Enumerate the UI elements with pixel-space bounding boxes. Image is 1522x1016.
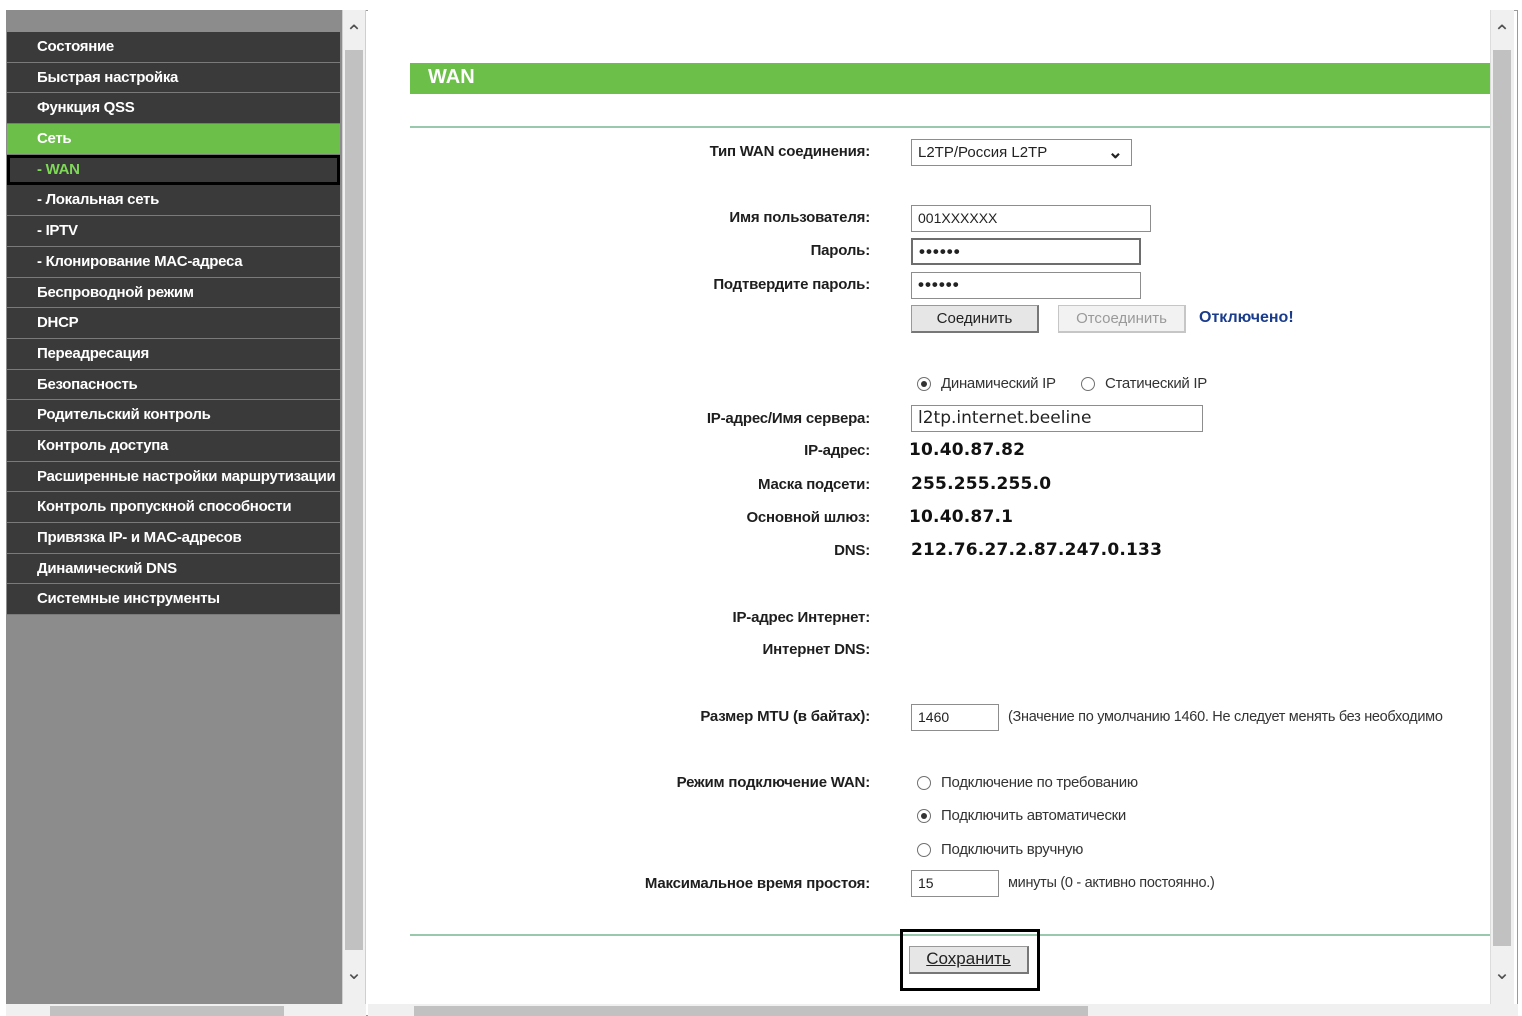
- chevron-up-icon[interactable]: ⌃: [344, 22, 364, 42]
- dynamic-ip-label: Динамический IP: [941, 375, 1056, 392]
- server-input[interactable]: l2tp.internet.beeline: [911, 405, 1203, 432]
- mode-auto-radio[interactable]: Подключить автоматически: [917, 807, 1126, 824]
- connect-button[interactable]: Соединить: [911, 305, 1039, 333]
- radio-selected-icon: [917, 808, 931, 823]
- mtu-input[interactable]: 1460: [911, 704, 999, 731]
- gateway-value: 10.40.87.1: [909, 507, 1014, 527]
- confirm-password-input[interactable]: ••••••: [911, 272, 1141, 299]
- internet-ip-label: IP-адрес Интернет:: [732, 609, 871, 626]
- chevron-up-icon[interactable]: ⌃: [1492, 22, 1512, 42]
- mask-label: Маска подсети:: [758, 476, 870, 493]
- sidebar-item-forwarding[interactable]: Переадресация: [7, 338, 340, 370]
- sidebar-item-mac-clone[interactable]: - Клонирование MAC-адреса: [7, 246, 340, 278]
- sidebar-item-advanced-routing[interactable]: Расширенные настройки маршрутизации: [7, 461, 340, 493]
- static-ip-label: Статический IP: [1105, 375, 1207, 392]
- save-button[interactable]: Сохранить: [909, 946, 1029, 974]
- sidebar-item-status[interactable]: Состояние: [7, 32, 340, 63]
- mask-value: 255.255.255.0: [911, 474, 1052, 494]
- chevron-down-icon: ⌄: [1107, 142, 1123, 162]
- sidebar-menu: Состояние Быстрая настройка Функция QSS …: [6, 10, 342, 1016]
- wan-type-select[interactable]: L2TP/Россия L2TP ⌄: [911, 139, 1132, 166]
- server-value: l2tp.internet.beeline: [918, 408, 1092, 428]
- radio-unselected-icon: [917, 842, 931, 857]
- disconnect-button[interactable]: Отсоединить: [1058, 305, 1186, 333]
- sidebar-item-wireless[interactable]: Беспроводной режим: [7, 277, 340, 309]
- sidebar-horizontal-scrollbar[interactable]: [6, 1004, 366, 1016]
- password-value: ••••••: [919, 242, 961, 261]
- idle-time-value: 15: [918, 875, 934, 891]
- gateway-label: Основной шлюз:: [746, 509, 870, 526]
- username-value: 001XXXXXX: [918, 210, 998, 226]
- username-label: Имя пользователя:: [729, 209, 870, 226]
- top-divider: [410, 126, 1490, 128]
- main-scroll-thumb[interactable]: [1493, 50, 1511, 946]
- mode-on-demand-radio[interactable]: Подключение по требованию: [917, 774, 1138, 791]
- connection-status: Отключено!: [1199, 309, 1294, 326]
- sidebar-item-iptv[interactable]: - IPTV: [7, 216, 340, 247]
- radio-selected-icon: [917, 376, 931, 391]
- sidebar-item-wan[interactable]: - WAN: [7, 154, 340, 186]
- wan-mode-label: Режим подключение WAN:: [676, 774, 871, 791]
- sidebar-scroll-thumb[interactable]: [345, 50, 363, 950]
- mode-auto-label: Подключить автоматически: [941, 807, 1126, 824]
- dns-value: 212.76.27.2.87.247.0.133: [911, 540, 1163, 560]
- username-input[interactable]: 001XXXXXX: [911, 205, 1151, 232]
- mtu-value: 1460: [918, 709, 950, 725]
- radio-unselected-icon: [1081, 376, 1095, 391]
- server-label: IP-адрес/Имя сервера:: [706, 410, 870, 427]
- sidebar-item-parental-control[interactable]: Родительский контроль: [7, 400, 340, 431]
- password-input[interactable]: ••••••: [911, 238, 1141, 265]
- sidebar-item-system-tools[interactable]: Системные инструменты: [7, 584, 340, 616]
- sidebar-item-ip-mac-binding[interactable]: Привязка IP- и MAC-адресов: [7, 523, 340, 554]
- sidebar-item-bandwidth-control[interactable]: Контроль пропускной способности: [7, 492, 340, 523]
- sidebar-menu-list: Состояние Быстрая настройка Функция QSS …: [7, 32, 340, 616]
- sidebar-item-lan[interactable]: - Локальная сеть: [7, 185, 340, 217]
- main-vertical-scrollbar[interactable]: ⌃ ⌄: [1490, 10, 1514, 1004]
- sidebar-item-quick-setup[interactable]: Быстрая настройка: [7, 62, 340, 94]
- mode-manual-label: Подключить вручную: [941, 841, 1084, 858]
- ip-value: 10.40.87.82: [909, 440, 1026, 460]
- sidebar-item-qss[interactable]: Функция QSS: [7, 93, 340, 125]
- mtu-label: Размер MTU (в байтах):: [700, 708, 870, 725]
- sidebar-item-dhcp[interactable]: DHCP: [7, 308, 340, 339]
- static-ip-radio[interactable]: Статический IP: [1081, 375, 1207, 392]
- dynamic-ip-radio[interactable]: Динамический IP: [917, 375, 1056, 392]
- password-label: Пароль:: [810, 242, 871, 259]
- main-horizontal-scrollbar[interactable]: [368, 1004, 1518, 1016]
- mode-manual-radio[interactable]: Подключить вручную: [917, 841, 1083, 858]
- mode-on-demand-label: Подключение по требованию: [941, 774, 1138, 791]
- sidebar-item-security[interactable]: Безопасность: [7, 369, 340, 401]
- idle-time-note: минуты (0 - активно постоянно.): [1008, 875, 1215, 891]
- internet-dns-label: Интернет DNS:: [762, 641, 871, 658]
- chevron-down-icon[interactable]: ⌄: [1492, 962, 1512, 982]
- confirm-password-value: ••••••: [918, 275, 960, 294]
- radio-unselected-icon: [917, 775, 931, 790]
- sidebar-item-access-control[interactable]: Контроль доступа: [7, 430, 340, 462]
- wan-type-value: L2TP/Россия L2TP: [918, 144, 1048, 161]
- page-title: WAN: [410, 63, 1490, 94]
- sidebar-vertical-scrollbar[interactable]: ⌃ ⌄: [342, 10, 366, 1004]
- ip-label: IP-адрес:: [804, 442, 870, 459]
- idle-time-input[interactable]: 15: [911, 870, 999, 897]
- sidebar-item-ddns[interactable]: Динамический DNS: [7, 553, 340, 585]
- confirm-password-label: Подтвердите пароль:: [713, 276, 870, 293]
- wan-type-label: Тип WAN соединения:: [709, 143, 871, 160]
- main-hscroll-thumb[interactable]: [414, 1006, 1088, 1016]
- sidebar-hscroll-thumb[interactable]: [50, 1006, 284, 1016]
- dns-label: DNS:: [834, 542, 870, 559]
- sidebar-item-network[interactable]: Сеть: [7, 124, 340, 155]
- chevron-down-icon[interactable]: ⌄: [344, 962, 364, 982]
- mtu-note: (Значение по умолчанию 1460. Не следует …: [1008, 709, 1443, 725]
- idle-time-label: Максимальное время простоя:: [644, 875, 870, 892]
